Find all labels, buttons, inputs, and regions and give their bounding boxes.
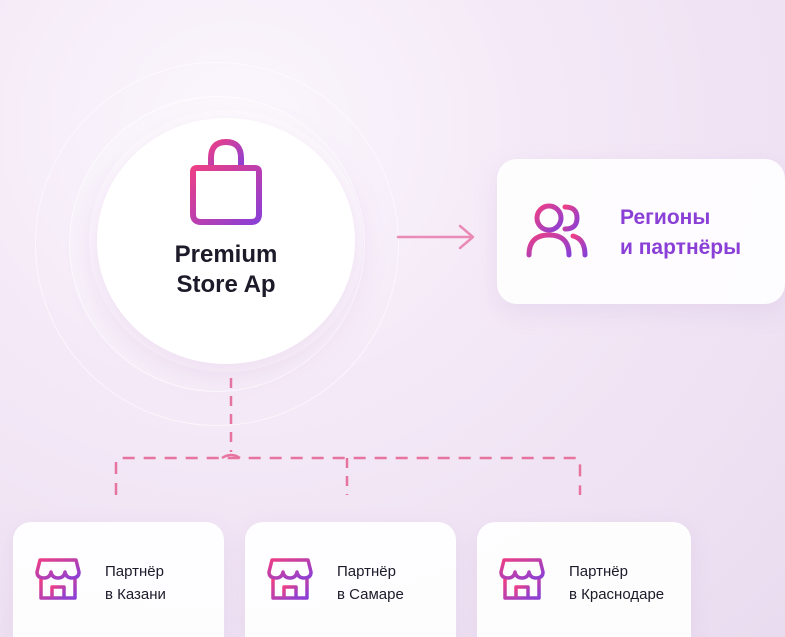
storefront-icon [267, 558, 313, 600]
regions-title: Регионы и партнёры [620, 203, 780, 263]
partner-card-kazan[interactable]: Партнёр в Казани [13, 522, 224, 637]
partner-label: Партнёр в Казани [105, 560, 225, 606]
diagram-canvas: Premium Store Ap Регионы и партнёры Парт… [0, 0, 785, 637]
regions-partners-card[interactable]: Регионы и партнёры [497, 159, 785, 304]
partner-label-line2: в Краснодаре [569, 586, 665, 603]
shopping-bag-icon [190, 138, 262, 225]
partner-card-samara[interactable]: Партнёр в Самаре [245, 522, 456, 637]
storefront-icon [499, 558, 545, 600]
regions-title-line2: и партнёры [620, 236, 742, 259]
arrow-right-icon [396, 224, 475, 250]
partner-label-line1: Партнёр [569, 563, 628, 580]
partner-label-line2: в Казани [105, 586, 166, 603]
premium-store-hub[interactable]: Premium Store Ap [97, 118, 355, 364]
partner-label-line1: Партнёр [105, 563, 164, 580]
storefront-icon [35, 558, 81, 600]
hub-title-line1: Premium [174, 241, 278, 268]
hub-title: Premium Store Ap [146, 240, 306, 300]
partner-label-line1: Партнёр [337, 563, 396, 580]
partner-card-krasnodar[interactable]: Партнёр в Краснодаре [477, 522, 691, 637]
hub-title-line2: Store Ap [176, 271, 276, 298]
partner-label: Партнёр в Краснодаре [569, 560, 689, 606]
partner-label: Партнёр в Самаре [337, 560, 457, 606]
users-icon [526, 203, 588, 258]
partner-label-line2: в Самаре [337, 586, 404, 603]
regions-title-line1: Регионы [620, 206, 711, 229]
